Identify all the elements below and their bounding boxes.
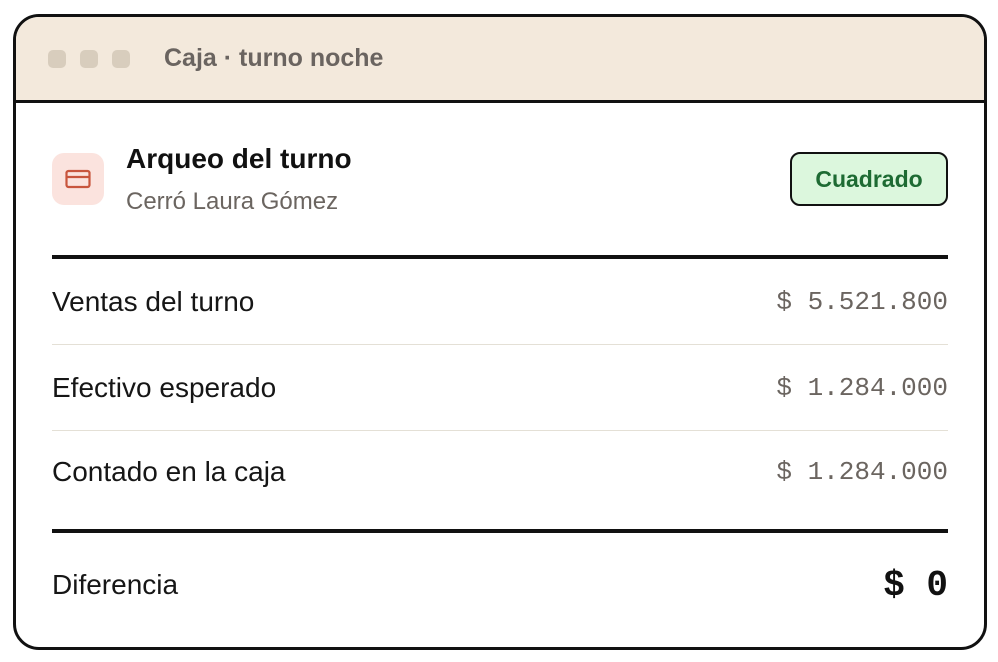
status-badge: Cuadrado [790, 152, 948, 206]
shift-header: Arqueo del turno Cerró Laura Gómez Cuadr… [52, 103, 948, 259]
difference-row: Diferencia $ 0 [52, 533, 948, 637]
row-value: $ 1.284.000 [776, 457, 948, 487]
maximize-window-button[interactable] [112, 49, 130, 68]
shift-header-text: Arqueo del turno Cerró Laura Gómez [126, 142, 790, 216]
page-title: Arqueo del turno [126, 143, 352, 174]
window-title: Caja · turno noche [164, 44, 384, 72]
closed-by-label: Cerró Laura Gómez [126, 188, 339, 215]
row-value: $ 5.521.800 [776, 286, 948, 317]
row-label: Contado en la caja [52, 456, 286, 487]
title-bar: Caja · turno noche [16, 17, 984, 103]
difference-label: Diferencia [52, 569, 179, 600]
app-window: Caja · turno noche Arqueo del turno Cerr… [13, 14, 987, 650]
close-window-button[interactable] [48, 49, 66, 68]
minimize-window-button[interactable] [80, 49, 98, 68]
window-controls [48, 49, 130, 68]
row-label: Efectivo esperado [52, 371, 277, 403]
difference-value: $ 0 [883, 564, 948, 606]
summary-row-counted-cash: Contado en la caja $ 1.284.000 [52, 431, 948, 533]
summary-row-sales: Ventas del turno $ 5.521.800 [52, 259, 948, 345]
row-label: Ventas del turno [52, 285, 255, 317]
credit-card-icon [52, 153, 104, 205]
summary-row-expected-cash: Efectivo esperado $ 1.284.000 [52, 345, 948, 431]
row-value: $ 1.284.000 [776, 372, 948, 403]
cash-count-panel: Arqueo del turno Cerró Laura Gómez Cuadr… [16, 103, 984, 637]
